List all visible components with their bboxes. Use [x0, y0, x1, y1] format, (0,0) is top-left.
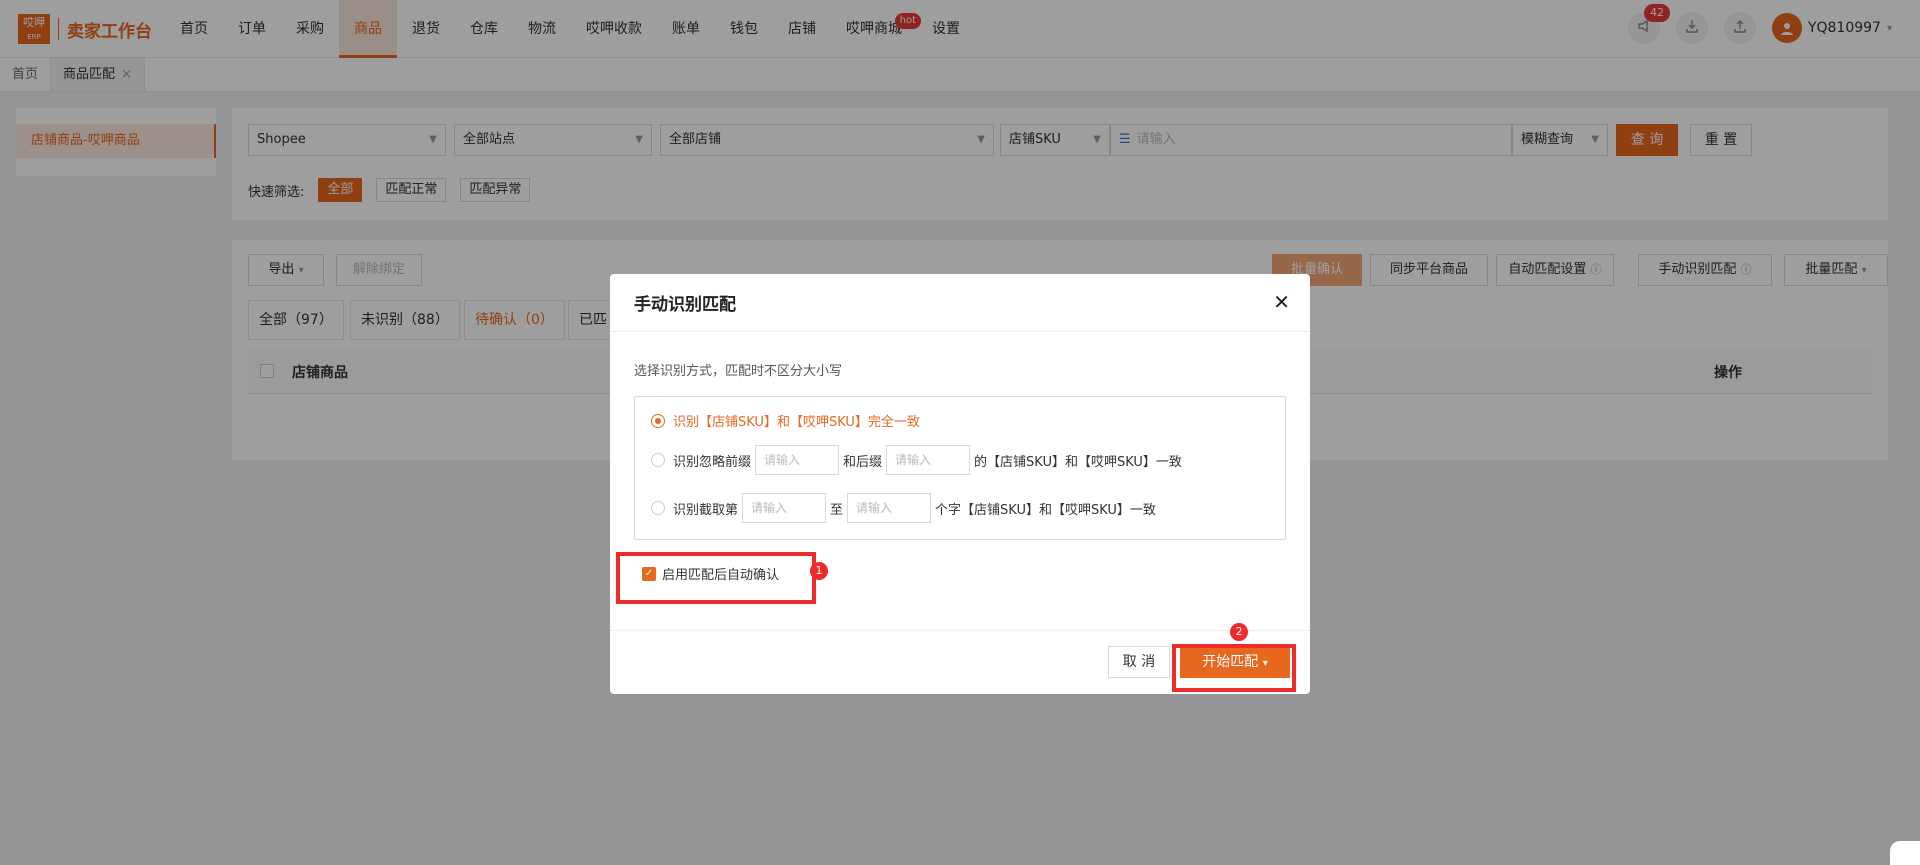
- dialog-hint: 选择识别方式，匹配时不区分大小写: [634, 364, 843, 379]
- cancel-button[interactable]: 取 消: [1108, 646, 1170, 678]
- rule-substring-tail: 个字【店铺SKU】和【哎呷SKU】一致: [935, 502, 1156, 518]
- radio-unselected[interactable]: [651, 453, 665, 467]
- annotation-badge-2: 2: [1230, 623, 1248, 641]
- prefix-input[interactable]: 请输入: [755, 445, 840, 475]
- start-index-input[interactable]: 请输入: [742, 493, 827, 523]
- rule-suffix-label: 和后缀: [843, 454, 883, 470]
- rule-exact[interactable]: 识别【店铺SKU】和【哎呷SKU】完全一致: [651, 411, 920, 430]
- dialog-footer-divider: [610, 630, 1310, 631]
- annotation-badge-1: 1: [810, 562, 828, 580]
- rule-to-label: 至: [830, 502, 844, 518]
- suffix-input[interactable]: 请输入: [886, 445, 971, 475]
- match-rule-group: 识别【店铺SKU】和【哎呷SKU】完全一致 识别忽略前缀 请输入 和后缀 请输入…: [634, 396, 1286, 540]
- rule-exact-label: 识别【店铺SKU】和【哎呷SKU】完全一致: [673, 415, 920, 430]
- rule-ignore-affix-tail: 的【店铺SKU】和【哎呷SKU】一致: [974, 454, 1182, 470]
- manual-match-dialog: 手动识别匹配 ✕ 选择识别方式，匹配时不区分大小写 识别【店铺SKU】和【哎呷S…: [610, 274, 1310, 694]
- help-widget[interactable]: [1890, 841, 1920, 865]
- rule-ignore-prefix-label: 识别忽略前缀: [673, 454, 752, 470]
- annotation-box-2: [1172, 644, 1296, 692]
- rule-substring[interactable]: 识别截取第 请输入 至 请输入 个字【店铺SKU】和【哎呷SKU】一致: [651, 493, 1156, 523]
- radio-selected[interactable]: [651, 413, 665, 428]
- end-index-input[interactable]: 请输入: [847, 493, 932, 523]
- rule-ignore-affix[interactable]: 识别忽略前缀 请输入 和后缀 请输入 的【店铺SKU】和【哎呷SKU】一致: [651, 445, 1182, 475]
- annotation-box-1: [616, 552, 816, 604]
- dialog-header: 手动识别匹配 ✕: [610, 274, 1310, 332]
- rule-substring-label: 识别截取第: [673, 502, 739, 518]
- close-icon[interactable]: ✕: [1273, 290, 1290, 314]
- radio-unselected[interactable]: [651, 501, 665, 515]
- dialog-title: 手动识别匹配: [634, 295, 736, 315]
